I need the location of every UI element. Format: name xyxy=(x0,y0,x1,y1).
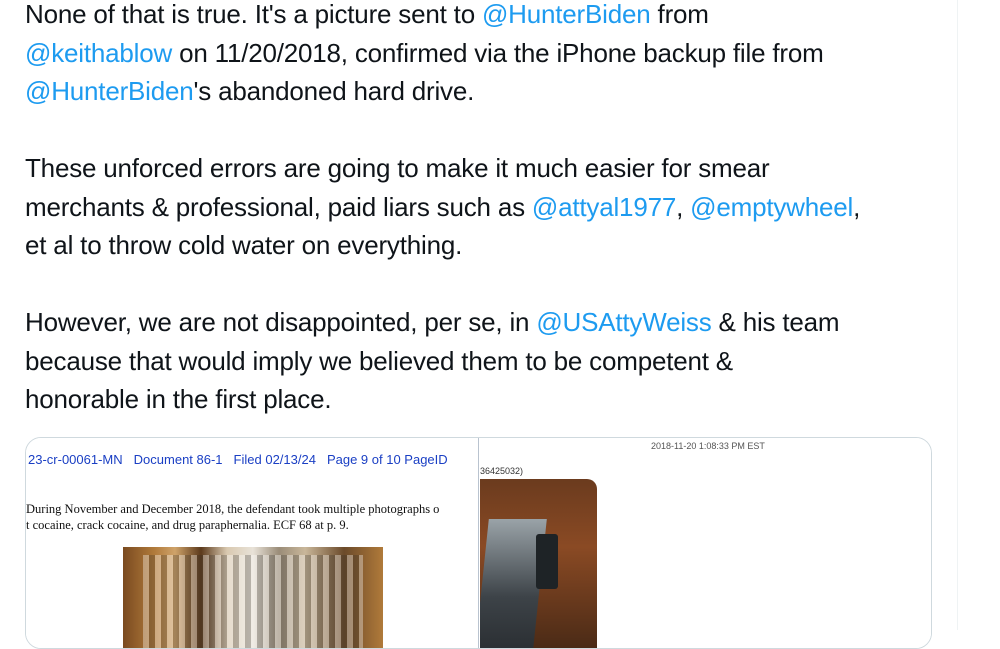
mention-link-hunterbiden[interactable]: @HunterBiden xyxy=(482,0,651,29)
text-line: merchants & professional, paid liars suc… xyxy=(25,188,945,227)
text-segment: because that would imply we believed the… xyxy=(25,345,733,376)
mention-link-hunterbiden[interactable]: @HunterBiden xyxy=(25,76,194,106)
text-segment: However, we are not disappointed, per se… xyxy=(25,307,537,337)
photo-timestamp: 2018-11-20 1:08:33 PM EST xyxy=(651,441,765,451)
text-segment: These unforced errors are going to make … xyxy=(25,153,770,183)
tweet-media-image[interactable]: 23-cr-00061-MN Document 86-1 Filed 02/13/2… xyxy=(25,437,932,649)
text-segment: from xyxy=(650,0,709,29)
document-right-panel: 2018-11-20 1:08:33 PM EST 36425032) xyxy=(480,438,931,648)
text-line: because that would imply we believed the… xyxy=(25,342,945,381)
tweet-text: None of that is true. It's a picture sen… xyxy=(25,0,945,419)
case-number: 23-cr-00061-MN xyxy=(28,452,123,467)
text-line: However, we are not disappointed, per se… xyxy=(25,303,945,342)
tweet-paragraph-2: These unforced errors are going to make … xyxy=(25,149,945,265)
text-segment: 's abandoned hard drive. xyxy=(193,76,475,106)
text-segment: & his team xyxy=(711,307,840,337)
document-line: t cocaine, crack cocaine, and drug parap… xyxy=(26,518,349,532)
document-number: Document 86-1 xyxy=(133,452,223,467)
document-body: During November and December 2018, the d… xyxy=(26,501,439,533)
timeline-border xyxy=(957,0,958,630)
text-segment: , xyxy=(853,191,861,222)
court-document-image: 23-cr-00061-MN Document 86-1 Filed 02/13/2… xyxy=(26,438,479,648)
tweet-paragraph-1: None of that is true. It's a picture sen… xyxy=(25,0,945,111)
text-segment: None of that is true. It's a picture sen… xyxy=(25,0,482,29)
divider xyxy=(478,438,479,648)
document-header: 23-cr-00061-MN Document 86-1 Filed 02/13/2… xyxy=(28,452,459,467)
text-line: None of that is true. It's a picture sen… xyxy=(25,0,945,34)
iphone-photo xyxy=(480,479,597,648)
text-segment: honorable in the first place. xyxy=(25,384,332,414)
text-line: et al to throw cold water on everything. xyxy=(25,226,945,265)
text-segment: merchants & professional, paid liars suc… xyxy=(25,191,532,222)
text-line: @HunterBiden's abandoned hard drive. xyxy=(25,72,945,111)
text-line: @keithablow on 11/20/2018, confirmed via… xyxy=(25,34,945,73)
mention-link-keithablow[interactable]: @keithablow xyxy=(25,38,172,68)
mention-link-emptywheel[interactable]: @emptywheel xyxy=(690,192,853,222)
evidence-photo xyxy=(123,547,383,648)
document-line: During November and December 2018, the d… xyxy=(26,502,440,516)
tweet-paragraph-3: However, we are not disappointed, per se… xyxy=(25,303,945,419)
filed-date: Filed 02/13/24 xyxy=(233,452,316,467)
mention-link-usattyweiss[interactable]: @USAttyWeiss xyxy=(536,307,711,337)
text-segment: , xyxy=(676,191,691,222)
text-line: honorable in the first place. xyxy=(25,380,945,419)
text-segment: on 11/20/2018, confirmed via the iPhone … xyxy=(172,37,824,68)
text-line: These unforced errors are going to make … xyxy=(25,149,945,188)
text-segment: et al to throw cold water on everything. xyxy=(25,230,463,260)
mention-link-attyal1977[interactable]: @attyal1977 xyxy=(532,192,676,222)
partial-id-text: 36425032) xyxy=(480,466,524,476)
page-number: Page 9 of 10 PageID xyxy=(326,452,448,467)
